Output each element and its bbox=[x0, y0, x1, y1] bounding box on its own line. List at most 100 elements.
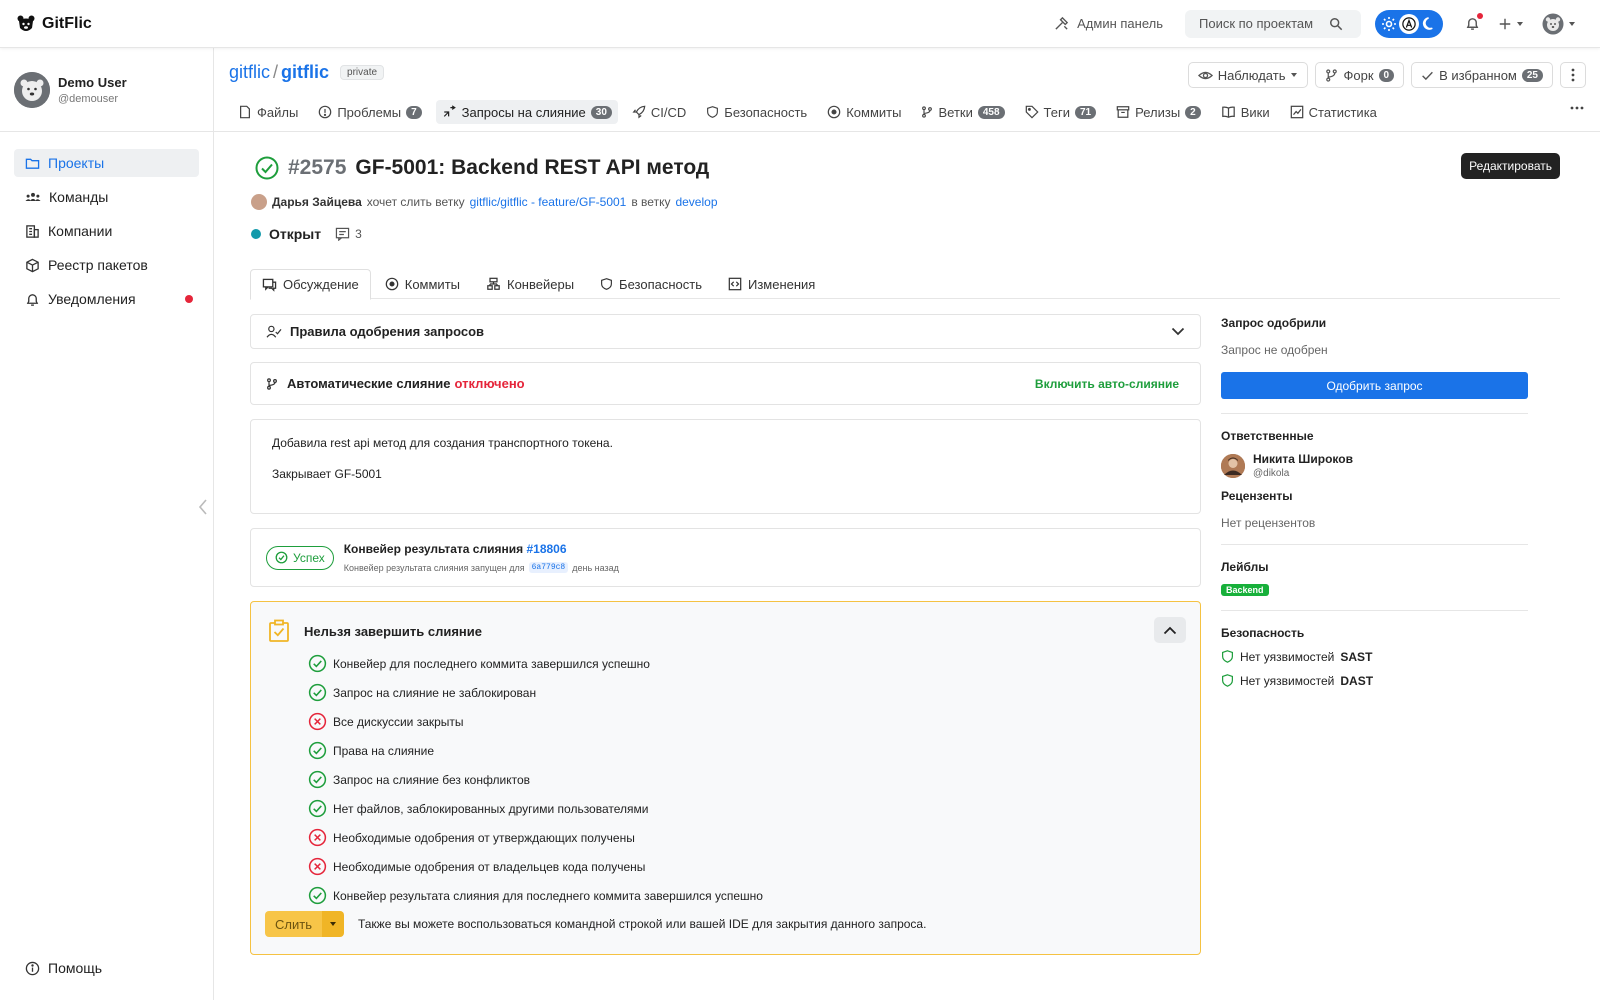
label-chip[interactable]: Backend bbox=[1221, 584, 1269, 596]
sidebar-item-teams[interactable]: Команды bbox=[14, 183, 199, 211]
create-menu-button[interactable] bbox=[1498, 17, 1524, 31]
repo-menu-button[interactable] bbox=[1560, 62, 1586, 88]
merge-check-item: Все дискуссии закрыты bbox=[308, 707, 763, 736]
admin-panel-link[interactable]: Админ панель bbox=[1054, 16, 1163, 31]
mr-open-check-icon bbox=[255, 156, 279, 180]
tab-tags[interactable]: Теги 71 bbox=[1019, 100, 1103, 124]
sidebar-item-label: Проекты bbox=[48, 155, 105, 171]
sidebar-item-notifications[interactable]: Уведомления bbox=[14, 285, 199, 313]
favorite-button[interactable]: В избранном 25 bbox=[1411, 62, 1553, 88]
tab-wiki[interactable]: Вики bbox=[1215, 100, 1276, 124]
tab-branches[interactable]: Ветки 458 bbox=[915, 100, 1010, 124]
commit-icon bbox=[827, 105, 841, 119]
tab-files[interactable]: Файлы bbox=[232, 100, 304, 124]
security-kind: DAST bbox=[1340, 673, 1374, 688]
merge-check-text: Необходимые одобрения от утверждающих по… bbox=[333, 830, 635, 845]
tab-label: Коммиты bbox=[846, 104, 902, 120]
code-icon bbox=[728, 277, 742, 291]
merge-request-icon bbox=[442, 105, 457, 119]
watch-button[interactable]: Наблюдать bbox=[1187, 62, 1309, 88]
tab-commits[interactable]: Коммиты bbox=[373, 269, 472, 299]
check-icon bbox=[1421, 69, 1434, 82]
notification-dot bbox=[185, 295, 193, 303]
merge-button[interactable]: Слить bbox=[265, 911, 322, 937]
tab-changes[interactable]: Изменения bbox=[716, 269, 827, 299]
notifications-button[interactable] bbox=[1465, 13, 1483, 31]
tab-issues[interactable]: Проблемы 7 bbox=[312, 100, 427, 124]
project-search[interactable] bbox=[1185, 9, 1361, 38]
fork-button[interactable]: Форк 0 bbox=[1315, 62, 1405, 88]
visibility-badge: private bbox=[340, 65, 385, 80]
tab-commits[interactable]: Коммиты bbox=[821, 100, 907, 124]
chevron-down-icon[interactable] bbox=[1171, 327, 1185, 336]
tab-releases[interactable]: Релизы 2 bbox=[1110, 100, 1207, 124]
shield-icon bbox=[1221, 673, 1234, 688]
author-avatar[interactable] bbox=[251, 194, 267, 210]
merge-check-item: Запрос на слияние не заблокирован bbox=[308, 678, 763, 707]
comments-count-value: 3 bbox=[355, 227, 362, 241]
tab-label: Ветки bbox=[938, 104, 973, 120]
help-link[interactable]: Помощь bbox=[25, 960, 102, 976]
theme-switcher[interactable] bbox=[1375, 9, 1443, 38]
tab-label: Обсуждение bbox=[283, 277, 359, 292]
sidebar-item-companies[interactable]: Компании bbox=[14, 217, 199, 245]
moon-icon[interactable] bbox=[1419, 14, 1439, 34]
avatar bbox=[14, 71, 50, 108]
merge-options-button[interactable] bbox=[321, 911, 344, 937]
collapse-checks-button[interactable] bbox=[1154, 617, 1186, 643]
approve-button[interactable]: Одобрить запрос bbox=[1221, 372, 1528, 399]
tab-label: Изменения bbox=[747, 276, 816, 292]
help-label: Помощь bbox=[48, 960, 103, 976]
sidebar-item-packages[interactable]: Реестр пакетов bbox=[14, 251, 199, 279]
sidebar-item-projects[interactable]: Проекты bbox=[14, 149, 199, 177]
tab-discussion[interactable]: Обсуждение bbox=[250, 269, 371, 300]
repo-tabs: Файлы Проблемы 7 Запросы на слияние 30 C… bbox=[232, 100, 1383, 124]
source-branch-link[interactable]: gitflic/gitflic - feature/GF-5001 bbox=[470, 195, 627, 209]
fork-label: Форк bbox=[1343, 67, 1374, 83]
commit-sha-link[interactable]: 6a779c8 bbox=[528, 562, 569, 573]
chart-icon bbox=[1290, 105, 1304, 119]
merge-checks-panel: Нельзя завершить слияние Конвейер для по… bbox=[250, 601, 1201, 955]
discussion-panel: Правила одобрения запросов Автоматически… bbox=[250, 314, 1201, 955]
edit-button[interactable]: Редактировать bbox=[1461, 153, 1560, 179]
tab-merge-requests[interactable]: Запросы на слияние 30 bbox=[435, 100, 618, 124]
enable-automerge-link[interactable]: Включить авто-слияние bbox=[1035, 377, 1179, 391]
labels-title: Лейблы bbox=[1221, 560, 1269, 574]
collapse-sidebar-button[interactable] bbox=[198, 498, 208, 516]
repo-tabs-more-button[interactable] bbox=[1570, 106, 1584, 110]
author-name[interactable]: Дарья Зайцева bbox=[272, 195, 362, 209]
auto-theme-icon[interactable] bbox=[1399, 13, 1419, 34]
logo[interactable]: GitFlic bbox=[16, 14, 92, 34]
repo-owner-link[interactable]: gitflic bbox=[229, 62, 270, 83]
sidebar-user[interactable]: Demo User @demouser bbox=[0, 48, 213, 132]
sidebar-item-label: Реестр пакетов bbox=[48, 257, 148, 273]
assignee[interactable]: Никита Широков @dikola bbox=[1221, 452, 1528, 479]
merge-hint: Также вы можете воспользоваться командно… bbox=[357, 917, 927, 931]
tab-security[interactable]: Безопасность bbox=[588, 269, 714, 299]
comments-count[interactable]: 3 bbox=[335, 227, 362, 241]
security-prefix: Нет уязвимостей bbox=[1240, 649, 1335, 664]
tab-label: Вики bbox=[1240, 104, 1270, 120]
sidebar-nav: Проекты Команды Компании Реестр пакетов … bbox=[0, 132, 213, 313]
pipeline-id-link[interactable]: #18806 bbox=[526, 542, 566, 556]
breadcrumb-separator: / bbox=[273, 62, 279, 82]
merge-check-item: Права на слияние bbox=[308, 736, 763, 765]
tab-statistics[interactable]: Статистика bbox=[1284, 100, 1383, 124]
search-input[interactable] bbox=[1199, 16, 1329, 31]
user-menu-button[interactable] bbox=[1542, 13, 1576, 35]
user-name: Demo User bbox=[58, 74, 127, 90]
approval-rules-label: Правила одобрения запросов bbox=[290, 324, 485, 339]
tab-label: Безопасность bbox=[724, 104, 808, 120]
tab-pipelines[interactable]: Конвейеры bbox=[474, 269, 586, 299]
gear-icon[interactable] bbox=[1379, 14, 1399, 34]
target-branch-link[interactable]: develop bbox=[675, 195, 717, 209]
pipeline-status-badge[interactable]: Успех bbox=[266, 545, 334, 570]
watch-label: Наблюдать bbox=[1217, 67, 1286, 83]
check-circle-icon bbox=[308, 799, 327, 818]
merge-check-item: Нет файлов, заблокированных другими поль… bbox=[308, 794, 763, 823]
search-icon[interactable] bbox=[1329, 17, 1343, 31]
approval-rules-panel[interactable]: Правила одобрения запросов bbox=[250, 314, 1201, 349]
tab-security[interactable]: Безопасность bbox=[700, 100, 813, 124]
tab-cicd[interactable]: CI/CD bbox=[626, 100, 692, 124]
repo-name-link[interactable]: gitflic bbox=[281, 62, 329, 83]
